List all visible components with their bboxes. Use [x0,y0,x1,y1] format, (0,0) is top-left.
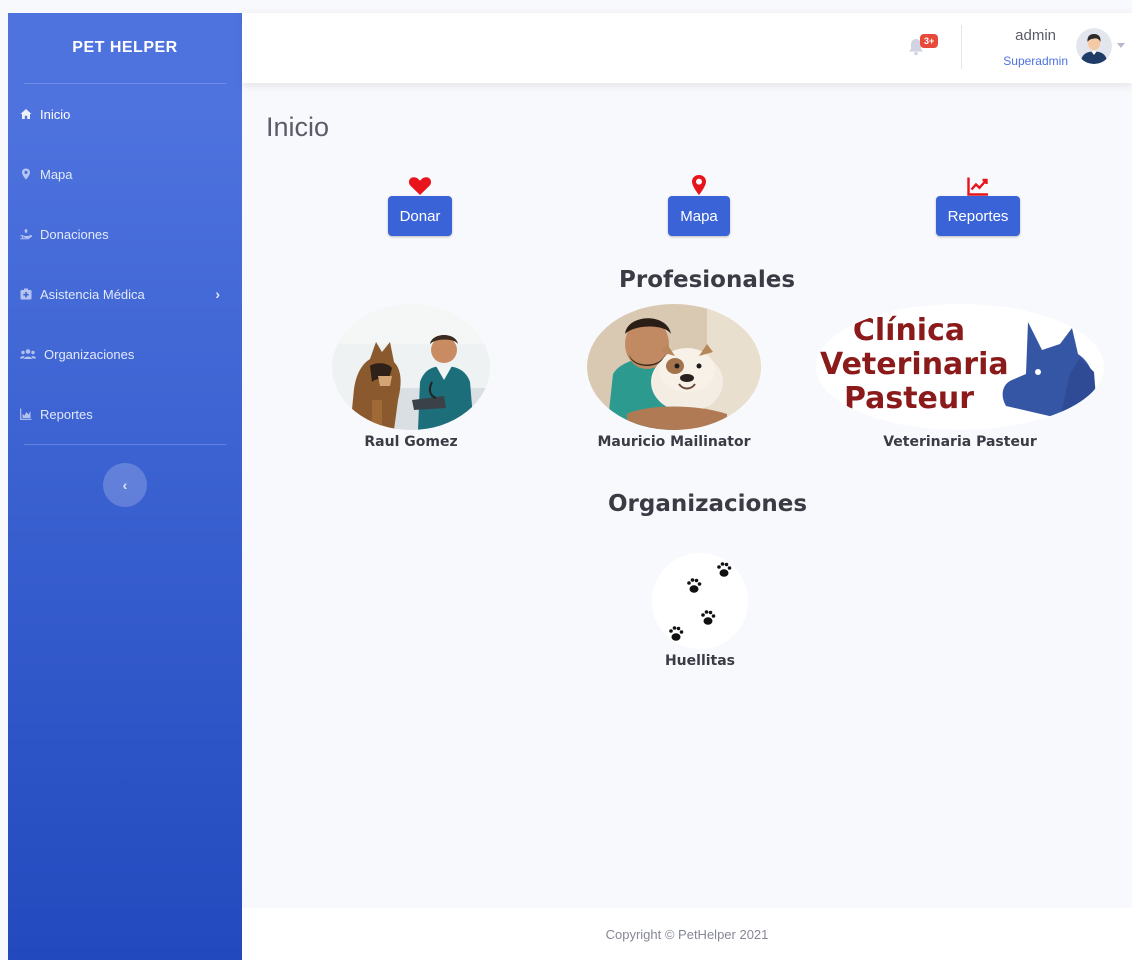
user-name[interactable]: admin [1015,27,1056,44]
home-icon [20,108,32,120]
sidebar-item-inicio[interactable]: Inicio [8,84,242,144]
heart-icon [408,170,432,196]
sidebar: PET HELPER Inicio Mapa Donaciones Asiste… [8,13,242,960]
logo-text-line: Clínica [852,313,966,348]
profesional-card[interactable]: Clínica Veterinaria Pasteur Veterinaria … [816,304,1104,450]
profesional-card[interactable]: Raul Gomez [332,304,490,450]
profesionales-heading: Profesionales [619,267,796,293]
user-avatar[interactable] [1076,28,1112,64]
sidebar-item-label: Asistencia Médica [40,286,145,302]
veterinaria-pasteur-logo: Clínica Veterinaria Pasteur [816,304,1104,430]
sidebar-item-label: Donaciones [40,226,109,242]
action-donar: Donar [360,170,480,236]
users-icon [20,348,36,360]
action-reportes: Reportes [918,170,1038,236]
profesional-photo [587,304,761,430]
sidebar-toggle-button[interactable]: ‹ [103,463,147,507]
logo-text-line: Veterinaria [820,347,1009,382]
sidebar-item-organizaciones[interactable]: Organizaciones [8,324,242,384]
dog-cat-logo-icon [1002,322,1098,424]
user-dropdown-caret-icon[interactable] [1117,43,1125,48]
footer: Copyright © PetHelper 2021 [242,908,1132,960]
sidebar-item-asistencia-medica[interactable]: Asistencia Médica › [8,264,242,324]
map-marker-icon [20,168,32,180]
logo-text-line: Pasteur [843,381,975,416]
profesional-name: Mauricio Mailinator [597,434,751,450]
sidebar-divider [24,444,226,445]
sidebar-item-label: Organizaciones [44,346,135,362]
chart-line-icon [967,170,989,196]
hand-holding-icon [20,228,32,240]
sidebar-item-label: Mapa [40,166,73,182]
copyright-text: Copyright © PetHelper 2021 [605,926,769,942]
sidebar-item-label: Inicio [40,106,71,122]
sidebar-item-reportes[interactable]: Reportes [8,384,242,444]
page-title: Inicio [266,112,330,142]
donar-button[interactable]: Donar [387,196,453,236]
user-role[interactable]: Superadmin [1003,54,1068,68]
profesional-photo [332,304,490,430]
brand-title[interactable]: PET HELPER [8,13,242,83]
organizaciones-heading: Organizaciones [608,491,808,517]
sidebar-item-mapa[interactable]: Mapa [8,144,242,204]
sidebar-item-label: Reportes [40,406,93,422]
map-marker-icon [691,170,707,196]
alerts-badge: 3+ [920,34,939,48]
action-mapa: Mapa [639,170,759,236]
paw-prints-icon [652,553,748,649]
organizacion-card[interactable]: Huellitas [652,553,748,669]
profesional-card[interactable]: Mauricio Mailinator [587,304,761,450]
mapa-button[interactable]: Mapa [668,196,730,236]
chevron-right-icon: › [215,286,220,302]
topbar-divider [961,25,962,69]
organizacion-logo [652,553,748,649]
chart-area-icon [20,408,32,420]
sidebar-item-donaciones[interactable]: Donaciones [8,204,242,264]
profesional-name: Veterinaria Pasteur [883,434,1037,450]
reportes-button[interactable]: Reportes [935,196,1021,236]
organizacion-name: Huellitas [664,653,736,669]
clinic-icon [20,288,32,300]
profesional-name: Raul Gomez [364,434,458,450]
topbar: 3+ admin Superadmin [242,13,1132,83]
